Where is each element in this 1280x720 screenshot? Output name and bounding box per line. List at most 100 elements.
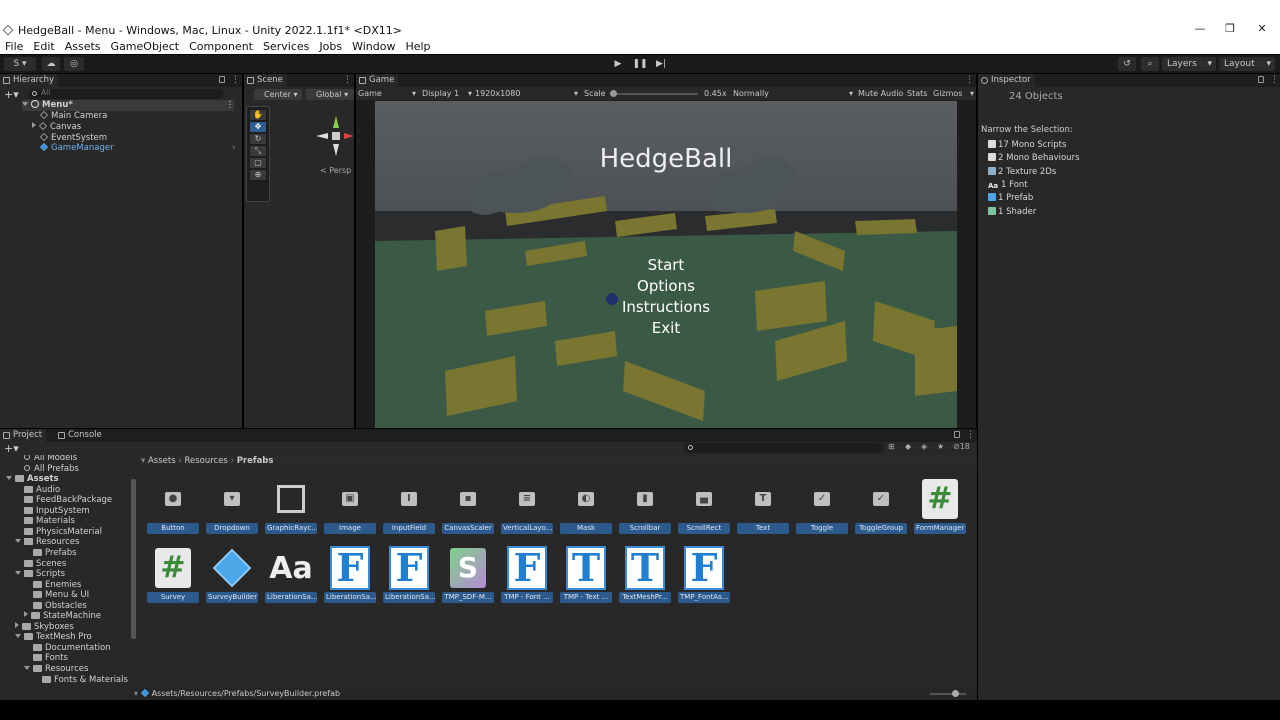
folder-tree-item[interactable]: Scenes [24, 559, 66, 570]
asset-item[interactable]: # Survey [147, 548, 199, 603]
asset-item[interactable]: ▪ CanvasScaler [442, 479, 494, 534]
narrow-selection-item[interactable]: 1 Prefab [988, 192, 1033, 204]
asset-item[interactable]: T TextMeshPr... [619, 546, 671, 603]
folder-tree-item[interactable]: Materials [24, 516, 75, 527]
search-icon[interactable]: ⌕ [1141, 57, 1159, 71]
menu-item[interactable]: Edit [28, 39, 59, 54]
more-menu-icon[interactable]: ⋮ [966, 430, 975, 441]
folder-tree-item[interactable]: StateMachine [24, 611, 101, 622]
asset-item[interactable]: F LiberationSa... [324, 546, 376, 603]
hand-tool-icon[interactable]: ✋ [250, 110, 266, 120]
expand-arrow-icon[interactable] [6, 476, 12, 481]
menu-item[interactable]: Component [184, 39, 258, 54]
display-dropdown[interactable]: Display 1 ▾ [422, 87, 472, 100]
folder-tree-item[interactable]: Fonts & Materials [42, 675, 128, 686]
asset-item[interactable]: GraphicRayc... [265, 479, 317, 534]
more-menu-icon[interactable]: ⋮ [226, 100, 235, 111]
folder-tree-item[interactable]: Scripts [15, 569, 65, 580]
add-icon[interactable]: +▾ [4, 88, 19, 101]
cloud-icon[interactable]: ☁ [42, 57, 60, 71]
search-by-type-icon[interactable]: ⊞ [888, 442, 895, 451]
asset-item[interactable]: SurveyBuilder [206, 548, 258, 603]
menu-item[interactable]: Help [400, 39, 435, 54]
folder-tree-item[interactable]: PhysicsMaterial [24, 527, 102, 538]
more-menu-icon[interactable]: ⋮ [965, 75, 974, 86]
perspective-label[interactable]: < Persp [320, 166, 351, 175]
asset-item[interactable]: F LiberationSa... [383, 546, 435, 603]
maximize-button[interactable]: ❐ [1220, 22, 1240, 36]
scene-row[interactable]: Menu* ⋮ [22, 100, 234, 111]
stats-toggle[interactable]: Stats [907, 87, 927, 100]
asset-item[interactable]: T Text [737, 479, 789, 534]
narrow-selection-item[interactable]: 1 Shader [988, 206, 1036, 218]
tab-hierarchy[interactable]: Hierarchy [0, 74, 59, 87]
folder-tree-item[interactable]: Documentation [33, 643, 111, 654]
icon-size-slider-handle[interactable] [952, 690, 959, 697]
menu-item[interactable]: GameObject [106, 39, 185, 54]
tab-inspector[interactable]: Inspector [978, 74, 1035, 87]
asset-item[interactable]: F TMP_FontAs... [678, 546, 730, 603]
minimize-button[interactable]: — [1190, 22, 1210, 36]
rect-tool-icon[interactable]: ▢ [250, 158, 266, 168]
asset-item[interactable]: ▾ Dropdown [206, 479, 258, 534]
lock-icon[interactable] [1258, 76, 1264, 83]
asset-item[interactable]: ≡ VerticalLayo... [501, 479, 553, 534]
folder-tree-item[interactable]: Enemies [33, 580, 81, 591]
tab-project[interactable]: Project [0, 429, 47, 442]
view-dropdown[interactable]: Game ▾ [358, 87, 416, 100]
instructions-button[interactable]: Instructions [356, 297, 976, 318]
expand-arrow-icon[interactable] [15, 634, 21, 639]
hidden-packages-toggle[interactable]: ⊘18 [953, 442, 970, 451]
collapse-arrow-icon[interactable] [24, 611, 28, 618]
folder-tree-item[interactable]: All Prefabs [24, 464, 79, 475]
collapse-arrow-icon[interactable] [15, 621, 19, 628]
tree-scrollbar[interactable] [131, 479, 136, 639]
close-button[interactable]: ✕ [1252, 22, 1272, 36]
start-button[interactable]: Start [356, 255, 976, 276]
hierarchy-item[interactable]: GameManager [40, 143, 114, 154]
expand-arrow-icon[interactable] [15, 539, 21, 544]
menu-item[interactable]: Services [258, 39, 314, 54]
space-dropdown[interactable]: Global ▾ [306, 89, 354, 100]
tab-scene[interactable]: Scene [244, 74, 287, 87]
options-button[interactable]: Options [356, 276, 976, 297]
asset-item[interactable]: ● Button [147, 479, 199, 534]
asset-item[interactable]: ✓ Toggle [796, 479, 848, 534]
account-button[interactable]: S ▾ [4, 57, 36, 71]
lock-icon[interactable] [219, 76, 225, 83]
folder-tree-item[interactable]: Skyboxes [15, 621, 74, 633]
layers-dropdown[interactable]: Layers ▾ [1162, 57, 1216, 71]
breadcrumb-item[interactable]: Assets [148, 456, 176, 466]
lock-icon[interactable] [954, 431, 960, 438]
favorite-icon[interactable]: ★ [937, 442, 944, 451]
asset-item[interactable]: ▮ Scrollbar [619, 479, 671, 534]
label-icon[interactable]: ◈ [921, 442, 927, 451]
collab-icon[interactable]: ◎ [64, 57, 84, 71]
folder-tree-item[interactable]: Menu & UI [33, 590, 89, 601]
folder-tree-item[interactable]: Audio [24, 485, 60, 496]
menu-item[interactable]: Assets [60, 39, 106, 54]
more-menu-icon[interactable]: ⋮ [231, 75, 240, 86]
folder-tree-item[interactable]: Resources [15, 537, 79, 548]
breadcrumb-item[interactable]: Resources [184, 456, 227, 466]
asset-item[interactable]: # FormManager [914, 479, 966, 534]
folder-tree-item[interactable]: InputSystem [24, 506, 90, 517]
rotate-tool-icon[interactable]: ↻ [250, 134, 266, 144]
chevron-right-icon[interactable]: › [232, 143, 236, 153]
hierarchy-item[interactable]: Main Camera [40, 111, 107, 122]
narrow-selection-item[interactable]: 17 Mono Scripts [988, 139, 1066, 151]
step-button[interactable]: ▶| [652, 57, 670, 71]
more-menu-icon[interactable]: ⋮ [1270, 75, 1279, 86]
folder-tree-item[interactable]: Fonts [33, 653, 68, 664]
scale-slider[interactable] [610, 93, 698, 95]
pivot-dropdown[interactable]: Center ▾ [254, 89, 302, 100]
asset-item[interactable]: ✓ ToggleGroup [855, 479, 907, 534]
scale-slider-handle[interactable] [610, 90, 617, 97]
tab-console[interactable]: Console [55, 429, 106, 442]
gizmos-dropdown[interactable]: Gizmos ▾ [933, 87, 974, 100]
icon-size-slider[interactable] [930, 693, 966, 695]
asset-item[interactable]: T TMP - Text ... [560, 546, 612, 603]
exit-button[interactable]: Exit [356, 318, 976, 339]
menu-item[interactable]: Jobs [314, 39, 347, 54]
asset-item[interactable]: F TMP - Font ... [501, 546, 553, 603]
